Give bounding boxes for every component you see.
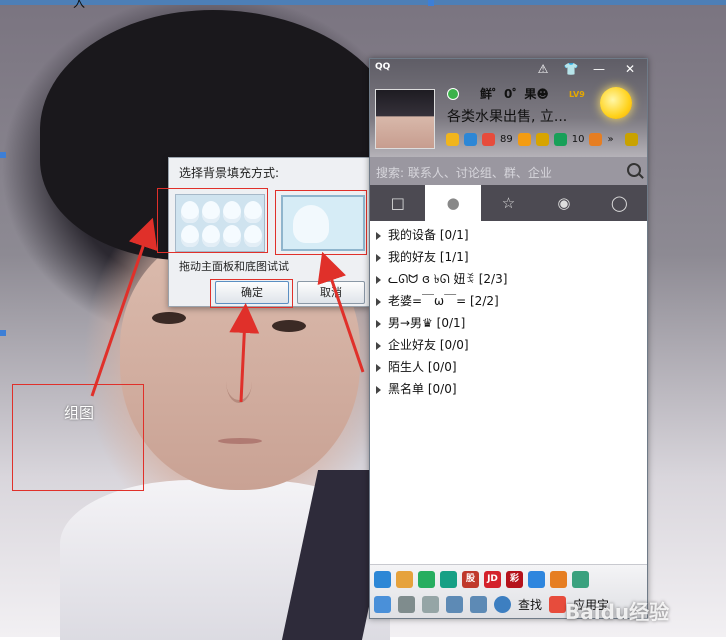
group-row[interactable]: 男→男♛ [0/1] xyxy=(370,312,647,334)
level-badge: LV9 xyxy=(569,90,585,99)
video-icon[interactable] xyxy=(440,571,457,588)
zone-icon[interactable] xyxy=(464,133,477,146)
photo-icon[interactable] xyxy=(572,571,589,588)
tab-contacts[interactable]: ● xyxy=(425,185,481,221)
app-store-icon[interactable] xyxy=(549,596,567,613)
game-icon[interactable] xyxy=(550,571,567,588)
nickname: 鲜゜0゜果☻ xyxy=(480,87,549,101)
pet-icon[interactable] xyxy=(589,133,603,146)
weather-sun-icon[interactable] xyxy=(600,87,632,119)
mailbox-icon[interactable] xyxy=(528,571,545,588)
jd-icon[interactable]: JD xyxy=(484,571,501,588)
tab-space[interactable]: ◯ xyxy=(592,185,647,221)
cart-icon[interactable] xyxy=(517,133,531,146)
tab-groups[interactable]: ◉ xyxy=(536,185,591,221)
folder-icon[interactable] xyxy=(446,596,463,613)
volume-icon[interactable] xyxy=(422,596,439,613)
shield-icon[interactable]: ⚠ xyxy=(532,61,554,77)
find-icon[interactable] xyxy=(494,596,511,613)
arrow-to-stretch xyxy=(317,251,365,373)
box-icon[interactable] xyxy=(624,133,638,146)
qq-header: QQ ⚠ 👕 — ✕ 鲜゜0゜果☻ LV9 各类水果出售, 立... 89 10… xyxy=(370,59,647,157)
lottery-icon[interactable]: 彩 xyxy=(506,571,523,588)
mail-count: 89 xyxy=(500,134,513,145)
group-row[interactable]: 企业好友 [0/0] xyxy=(370,334,647,356)
settings-icon[interactable] xyxy=(398,596,415,613)
quick-apps-row: 89 10 » xyxy=(446,133,638,146)
qq-pet-icon[interactable] xyxy=(396,571,413,588)
bookmark-icon[interactable] xyxy=(470,596,487,613)
group-row[interactable]: ᓚᘏᗢ ɞ ৳ᘏ 妞ꉂ [2/3] xyxy=(370,268,647,290)
app-icon-row: 股 JD 彩 xyxy=(374,571,589,588)
tab-bar: □ ● ☆ ◉ ◯ xyxy=(370,185,647,221)
qq-logo: QQ xyxy=(375,62,391,72)
tab-session[interactable]: □ xyxy=(370,185,425,221)
close-button[interactable]: ✕ xyxy=(619,61,641,77)
minimize-button[interactable]: — xyxy=(588,61,610,77)
avatar[interactable] xyxy=(375,89,435,149)
qq-main-panel: QQ ⚠ 👕 — ✕ 鲜゜0゜果☻ LV9 各类水果出售, 立... 89 10… xyxy=(369,58,648,619)
group-row[interactable]: 我的设备 [0/1] xyxy=(370,224,647,246)
group-row[interactable]: 我的好友 [1/1] xyxy=(370,246,647,268)
browser-icon[interactable] xyxy=(374,571,391,588)
find-label[interactable]: 查找 xyxy=(518,596,542,613)
chat-count: 10 xyxy=(571,134,585,145)
group-row[interactable]: 黑名单 [0/0] xyxy=(370,378,647,400)
online-status-icon[interactable] xyxy=(447,88,459,100)
search-bar[interactable]: 搜索: 联系人、讨论组、群、企业 xyxy=(370,157,647,185)
contact-group-list: 我的设备 [0/1] 我的好友 [1/1] ᓚᘏᗢ ɞ ৳ᘏ 妞ꉂ [2/3] … xyxy=(370,224,647,400)
star-icon[interactable] xyxy=(446,133,459,146)
arrow-to-confirm xyxy=(229,303,260,403)
search-input[interactable]: 搜索: 联系人、讨论组、群、企业 xyxy=(376,164,552,181)
group-row[interactable]: 老婆=￣ω￣= [2/2] xyxy=(370,290,647,312)
music-icon[interactable] xyxy=(418,571,435,588)
baidu-watermark: Baidu经验 xyxy=(565,600,670,624)
main-menu-icon[interactable] xyxy=(374,596,391,613)
wallet-icon[interactable] xyxy=(535,133,549,146)
signature[interactable]: 各类水果出售, 立... xyxy=(447,106,567,126)
mail-icon[interactable] xyxy=(482,133,495,146)
more-icon[interactable]: » xyxy=(607,134,613,145)
stock-icon[interactable]: 股 xyxy=(462,571,479,588)
skin-icon[interactable]: 👕 xyxy=(560,61,582,77)
arrow-to-tile xyxy=(90,217,158,397)
search-icon[interactable] xyxy=(627,163,641,177)
tab-favorites[interactable]: ☆ xyxy=(481,185,536,221)
group-row[interactable]: 陌生人 [0/0] xyxy=(370,356,647,378)
chat-icon[interactable] xyxy=(553,133,567,146)
